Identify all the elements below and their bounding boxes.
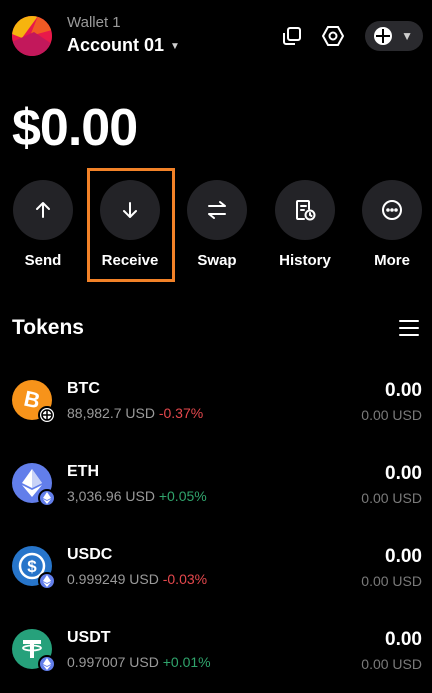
network-badge-icon — [38, 406, 56, 424]
more-icon — [382, 200, 402, 220]
network-icon — [374, 27, 392, 45]
wallet-avatar[interactable] — [12, 16, 52, 56]
swap-circle — [187, 180, 247, 240]
token-price-line: 0.997007 USD +0.01% — [67, 654, 211, 670]
total-balance: $0.00 — [12, 99, 138, 157]
token-symbol: USDC — [67, 546, 113, 563]
send-button[interactable]: Send — [12, 180, 74, 269]
wallet-name: Wallet 1 — [67, 14, 121, 31]
tokens-title: Tokens — [12, 316, 84, 339]
history-circle — [275, 180, 335, 240]
swap-icon — [208, 201, 226, 219]
receive-circle — [100, 180, 160, 240]
chevron-down-icon: ▼ — [170, 41, 180, 52]
history-button[interactable]: History — [274, 180, 336, 269]
arrow-up-icon — [36, 202, 50, 218]
token-price-line: 0.999249 USD -0.03% — [67, 571, 207, 587]
token-price: 0.999249 USD — [67, 571, 159, 587]
send-circle — [13, 180, 73, 240]
send-label: Send — [24, 252, 62, 269]
token-amount: 0.00 — [385, 629, 422, 650]
settings-icon[interactable] — [321, 24, 345, 48]
history-label: History — [279, 252, 331, 269]
history-icon — [296, 200, 316, 221]
token-row-btc[interactable]: B BTC 88,982.7 USD -0.37% 0.00 0.00 USD — [0, 376, 432, 446]
receive-button[interactable]: Receive — [99, 180, 161, 269]
token-price: 3,036.96 USD — [67, 488, 155, 504]
account-selector[interactable]: Account 01 ▼ — [67, 35, 180, 56]
ethereum-badge-icon — [38, 489, 56, 507]
token-change: -0.03% — [162, 571, 208, 587]
more-label: More — [374, 252, 410, 269]
copy-icon[interactable] — [280, 24, 304, 48]
arrow-down-icon — [123, 202, 137, 218]
token-price: 0.997007 USD — [67, 654, 159, 670]
header: Wallet 1 Account 01 ▼ ▼ — [0, 0, 432, 80]
network-selector[interactable]: ▼ — [365, 21, 423, 51]
chevron-down-icon: ▼ — [401, 29, 413, 43]
token-amount: 0.00 — [385, 463, 422, 484]
token-symbol: BTC — [67, 380, 100, 397]
more-button[interactable]: More — [361, 180, 423, 269]
token-price-line: 88,982.7 USD -0.37% — [67, 405, 203, 421]
token-row-usdt[interactable]: USDT 0.997007 USD +0.01% 0.00 0.00 USD — [0, 625, 432, 693]
token-amount: 0.00 — [385, 546, 422, 567]
token-change: +0.05% — [158, 488, 207, 504]
token-price-line: 3,036.96 USD +0.05% — [67, 488, 207, 504]
token-value: 0.00 USD — [361, 656, 422, 672]
svg-text:$: $ — [27, 557, 37, 576]
token-amount: 0.00 — [385, 380, 422, 401]
token-row-usdc[interactable]: $ USDC 0.999249 USD -0.03% 0.00 0.00 USD — [0, 542, 432, 612]
token-value: 0.00 USD — [361, 573, 422, 589]
token-change: -0.37% — [158, 405, 204, 421]
token-change: +0.01% — [162, 654, 211, 670]
token-symbol: ETH — [67, 463, 99, 480]
token-value: 0.00 USD — [361, 490, 422, 506]
menu-icon[interactable] — [399, 320, 419, 338]
more-circle — [362, 180, 422, 240]
account-name: Account 01 — [67, 35, 165, 55]
receive-label: Receive — [101, 252, 159, 269]
swap-label: Swap — [197, 252, 237, 269]
token-value: 0.00 USD — [361, 407, 422, 423]
ethereum-badge-icon — [38, 655, 56, 673]
ethereum-badge-icon — [38, 572, 56, 590]
swap-button[interactable]: Swap — [186, 180, 248, 269]
token-symbol: USDT — [67, 629, 111, 646]
token-row-eth[interactable]: ETH 3,036.96 USD +0.05% 0.00 0.00 USD — [0, 459, 432, 529]
token-price: 88,982.7 USD — [67, 405, 155, 421]
